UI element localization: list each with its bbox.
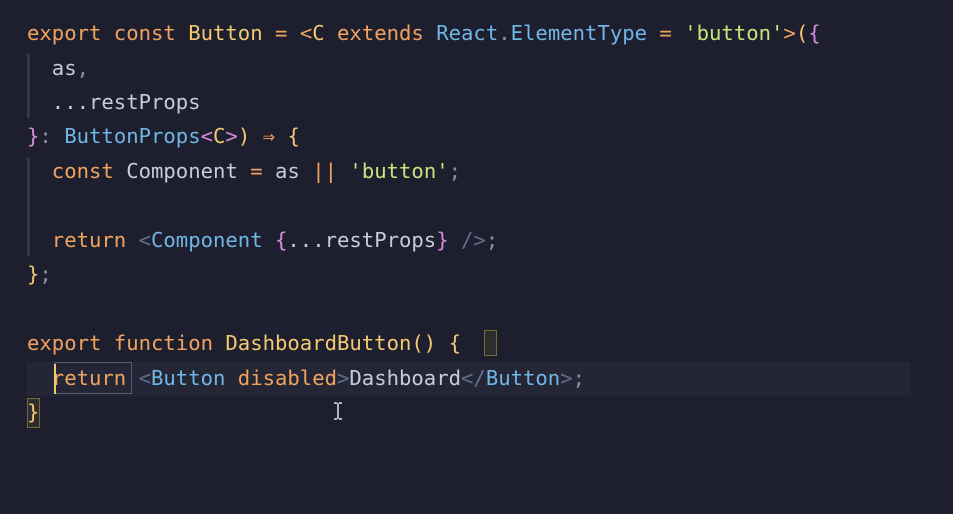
code-token: const [27,159,127,183]
code-token: Dashboard [349,366,461,390]
code-line[interactable]: as, [27,51,89,86]
code-token: : [39,124,65,148]
code-line[interactable]: return <Component {...restProps} />; [27,223,498,258]
code-line[interactable]: export function DashboardButton() { [27,326,461,361]
code-token: > [337,366,350,390]
code-token: = [237,159,275,183]
code-token: { [808,21,821,45]
code-token: < [299,21,313,45]
code-token: = [647,21,685,45]
code-token: < [138,366,151,390]
code-line[interactable]: const Component = as || 'button'; [27,154,461,189]
code-token: 'button' [684,21,784,45]
text-cursor [54,364,56,394]
code-line[interactable]: }; [27,257,52,292]
code-token: } [27,262,40,286]
code-token: . [498,21,511,45]
code-token: > [560,366,573,390]
code-token: () [411,331,449,355]
bracket-match-open [484,330,497,356]
code-token: export [27,331,114,355]
code-token: disabled [225,366,337,390]
code-token: ) [237,124,251,148]
code-token: , [76,56,90,80]
code-token: Component [151,228,263,252]
code-token: ; [572,366,586,390]
code-token: function [113,331,226,355]
code-token: > [225,124,238,148]
code-token: ...restProps [287,228,437,252]
code-line[interactable]: }: ButtonProps<C>) ⇒ { [27,119,300,154]
code-token: < [200,124,214,148]
code-token: } [27,124,40,148]
code-line[interactable]: export const Button = <C extends React.E… [27,16,821,51]
code-token: Component [126,159,238,183]
code-token: } [27,400,40,424]
code-token: C [213,124,226,148]
code-line[interactable]: ...restProps [27,85,201,120]
code-token: Button [485,366,561,390]
code-token: as [275,159,300,183]
code-token: > [783,21,796,45]
code-token: || [299,159,350,183]
code-token: Button [151,366,226,390]
code-token: DashboardButton [225,331,412,355]
code-token: ButtonProps [64,124,201,148]
code-token: return [27,228,139,252]
code-token: { [287,124,300,148]
code-token: return [27,366,139,390]
code-line[interactable]: } [27,395,39,430]
code-token: = [262,21,300,45]
code-token: export [27,21,114,45]
code-token: ElementType [510,21,648,45]
code-token: extends [324,21,437,45]
code-token: React [436,21,499,45]
text-cursor-icon [334,402,342,420]
code-token: < [138,228,151,252]
code-token: ⇒ [250,124,288,148]
code-token: { [448,331,461,355]
code-token: { [275,228,288,252]
code-editor[interactable]: export const Button = <C extends React.E… [0,0,953,514]
code-token: ; [485,228,499,252]
code-token: ( [795,21,809,45]
code-token: </ [461,366,486,390]
code-token: C [312,21,325,45]
code-token: Button [188,21,263,45]
code-token: /> [448,228,486,252]
code-token: 'button' [349,159,449,183]
code-token: as [27,56,77,80]
code-token: const [113,21,189,45]
code-token: ; [448,159,462,183]
code-line[interactable]: return <Button disabled>Dashboard</Butto… [27,361,585,396]
code-token: ; [39,262,52,286]
code-token: ...restProps [27,90,201,114]
code-token: } [436,228,449,252]
